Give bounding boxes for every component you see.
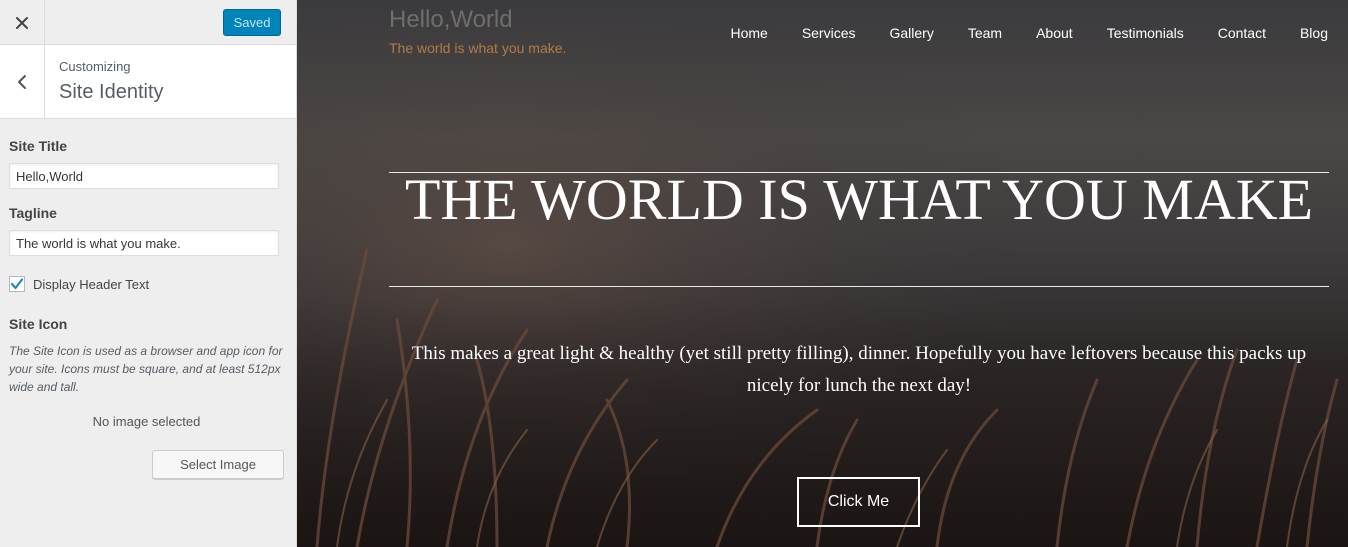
site-icon-label: Site Icon bbox=[9, 316, 68, 332]
hero-background-image bbox=[297, 0, 1348, 547]
customizer-sidebar: Saved Customizing Site Identity Site Tit… bbox=[0, 0, 297, 547]
site-icon-description: The Site Icon is used as a browser and a… bbox=[9, 344, 283, 394]
close-button[interactable] bbox=[0, 0, 45, 45]
hero-subtext: This makes a great light & healthy (yet … bbox=[411, 343, 1307, 396]
back-button[interactable] bbox=[0, 45, 45, 118]
close-icon bbox=[16, 16, 28, 29]
checkmark-icon bbox=[10, 278, 24, 290]
nav-item-home[interactable]: Home bbox=[730, 25, 767, 41]
nav-item-services[interactable]: Services bbox=[802, 25, 856, 41]
preview-site-tagline: The world is what you make. bbox=[389, 40, 567, 56]
nav-item-testimonials[interactable]: Testimonials bbox=[1107, 25, 1184, 41]
display-header-text-label: Display Header Text bbox=[33, 277, 150, 292]
tagline-label: Tagline bbox=[9, 205, 57, 221]
nav-item-gallery[interactable]: Gallery bbox=[890, 25, 934, 41]
preview-site-title[interactable]: Hello,World bbox=[389, 6, 513, 34]
display-header-text-checkbox[interactable] bbox=[9, 276, 25, 292]
nav-item-blog[interactable]: Blog bbox=[1300, 25, 1328, 41]
tagline-input[interactable] bbox=[9, 230, 279, 256]
site-title-label: Site Title bbox=[9, 138, 68, 154]
chevron-left-icon bbox=[18, 74, 26, 89]
nav-item-about[interactable]: About bbox=[1036, 25, 1073, 41]
saved-button[interactable]: Saved bbox=[223, 9, 281, 36]
main-nav: Home Services Gallery Team About Testimo… bbox=[696, 25, 1328, 41]
hero-headline: THE WORLD IS WHAT YOU MAKE bbox=[404, 167, 1314, 232]
no-image-text: No image selected bbox=[92, 414, 201, 429]
select-image-button[interactable]: Select Image bbox=[152, 450, 284, 479]
customizing-label: Customizing bbox=[59, 59, 131, 74]
nav-item-team[interactable]: Team bbox=[968, 25, 1002, 41]
headline-bottom-divider bbox=[389, 286, 1329, 287]
click-me-button[interactable]: Click Me bbox=[797, 477, 920, 527]
customizer-header: Saved bbox=[0, 0, 296, 45]
nav-item-contact[interactable]: Contact bbox=[1218, 25, 1266, 41]
section-header: Customizing Site Identity bbox=[0, 45, 296, 119]
site-preview: Hello,World The world is what you make. … bbox=[297, 0, 1348, 547]
site-title-input[interactable] bbox=[9, 163, 279, 189]
section-title: Site Identity bbox=[59, 81, 164, 103]
